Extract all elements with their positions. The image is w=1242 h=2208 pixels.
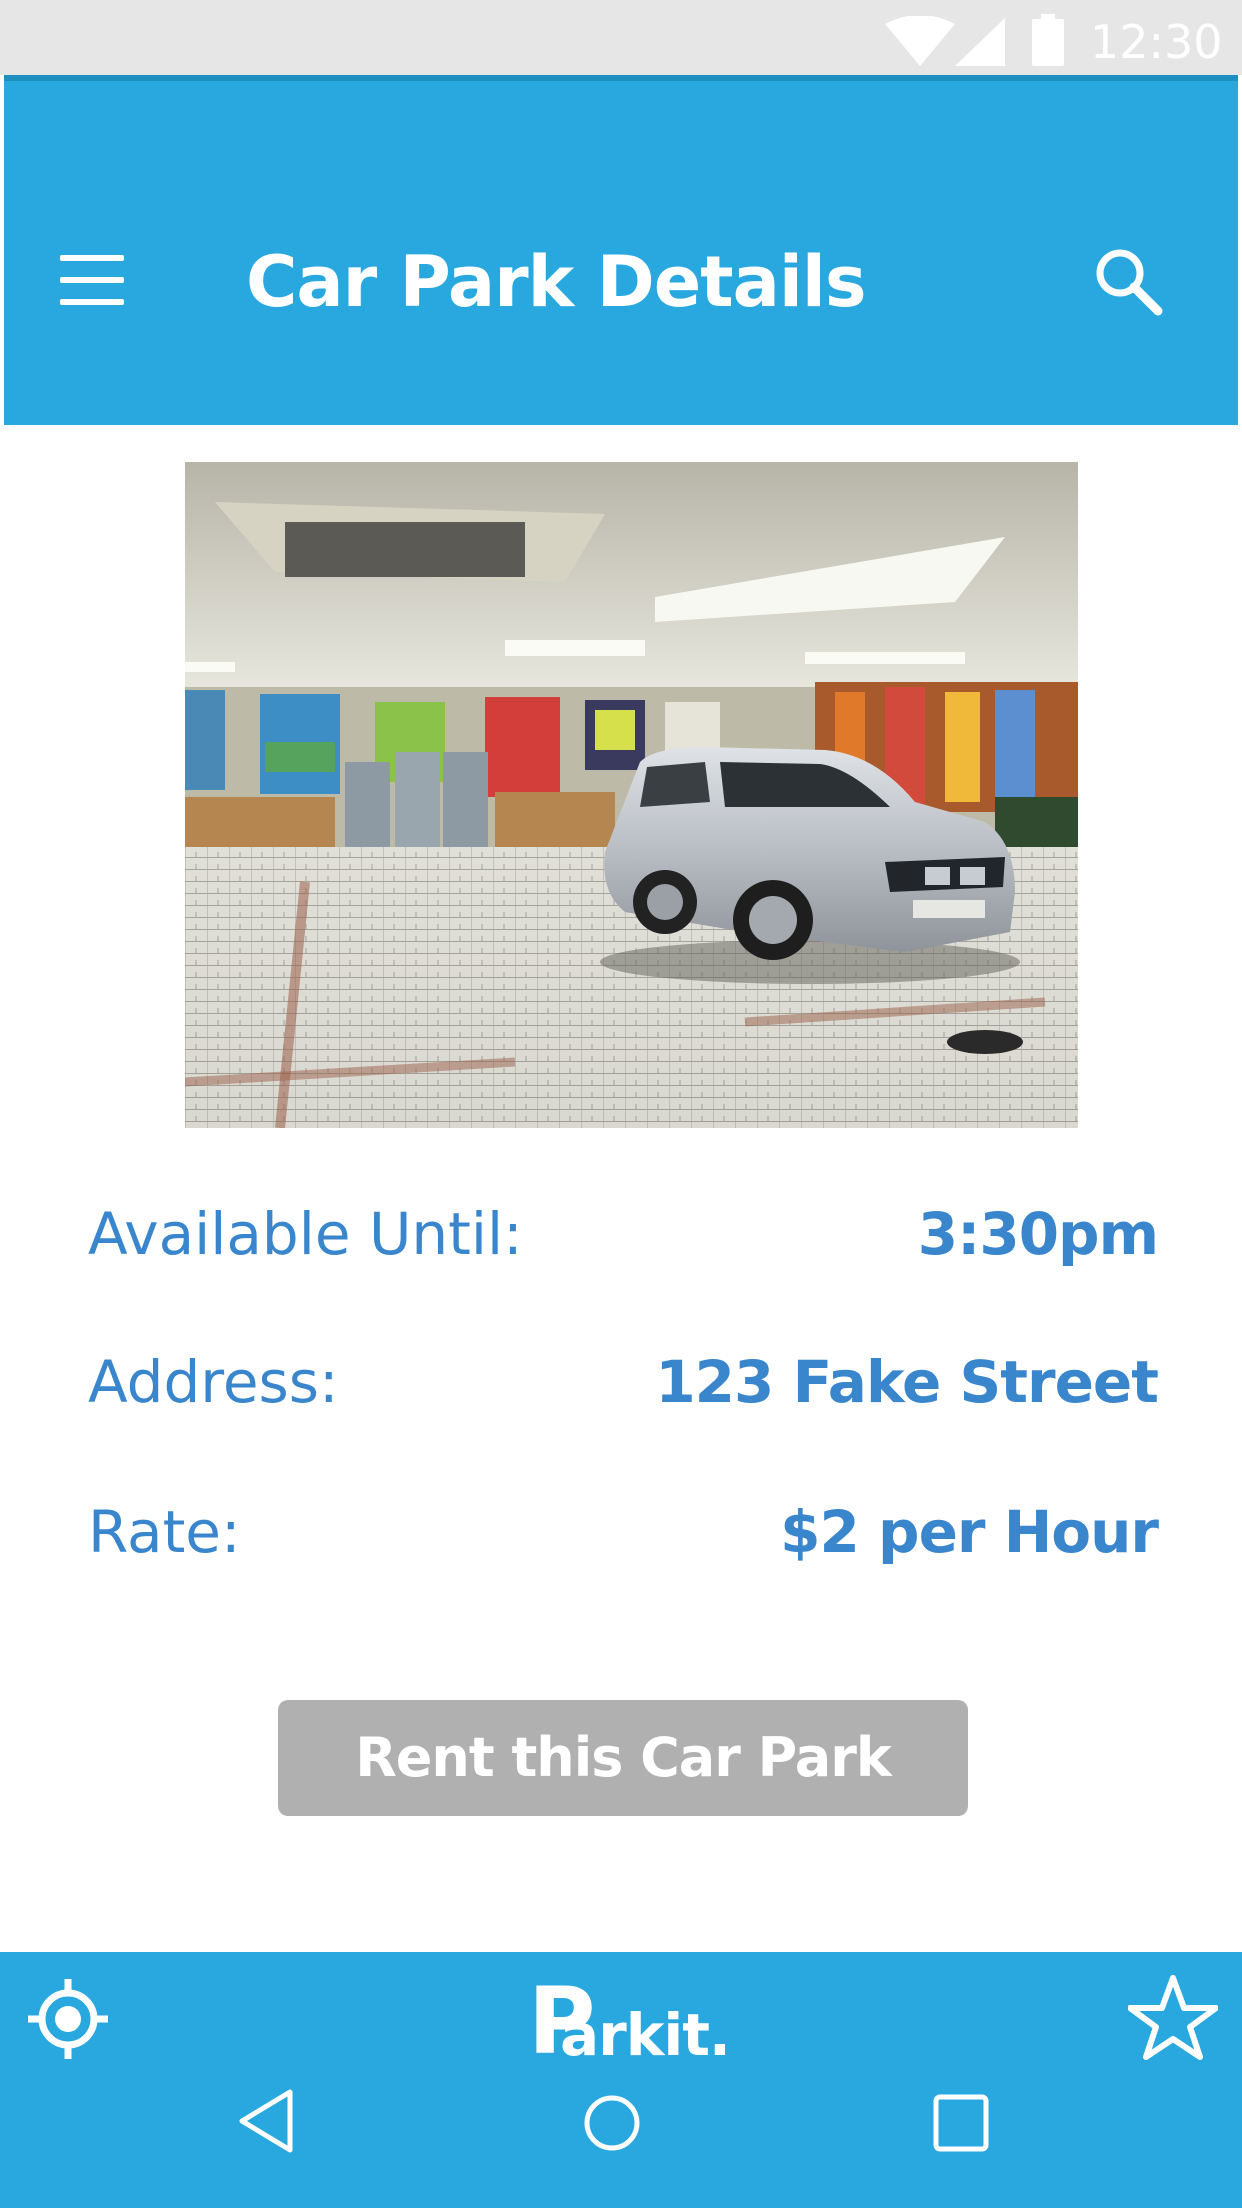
available-until-label: Available Until: xyxy=(88,1200,523,1268)
rate-label: Rate: xyxy=(88,1498,241,1566)
rate-value: $2 per Hour xyxy=(780,1498,1159,1566)
recent-apps-square-icon[interactable] xyxy=(933,2094,989,2152)
status-bar: 12:30 xyxy=(0,0,1242,75)
hamburger-menu-icon[interactable] xyxy=(60,255,130,305)
address-label: Address: xyxy=(88,1348,339,1416)
page-title: Car Park Details xyxy=(246,241,867,323)
address-value: 123 Fake Street xyxy=(655,1348,1159,1416)
battery-icon xyxy=(1032,14,1064,66)
crosshair-locate-icon[interactable] xyxy=(26,1977,110,2061)
app-bar-top-edge xyxy=(4,75,1238,81)
car-park-photo xyxy=(185,462,1078,1128)
available-until-value: 3:30pm xyxy=(917,1200,1159,1268)
home-circle-icon[interactable] xyxy=(583,2094,641,2152)
logo-text: arkit. xyxy=(560,2001,731,2069)
cell-signal-icon xyxy=(955,18,1005,66)
parkit-logo: P arkit. xyxy=(528,1972,731,2072)
star-icon[interactable] xyxy=(1128,1974,1218,2060)
status-time: 12:30 xyxy=(1090,15,1223,69)
back-triangle-icon[interactable] xyxy=(236,2088,296,2154)
car-park-photo-illustration xyxy=(185,462,1078,1128)
wifi-icon xyxy=(885,16,955,66)
search-icon[interactable] xyxy=(1092,245,1164,317)
rent-car-park-button[interactable]: Rent this Car Park xyxy=(278,1700,968,1816)
